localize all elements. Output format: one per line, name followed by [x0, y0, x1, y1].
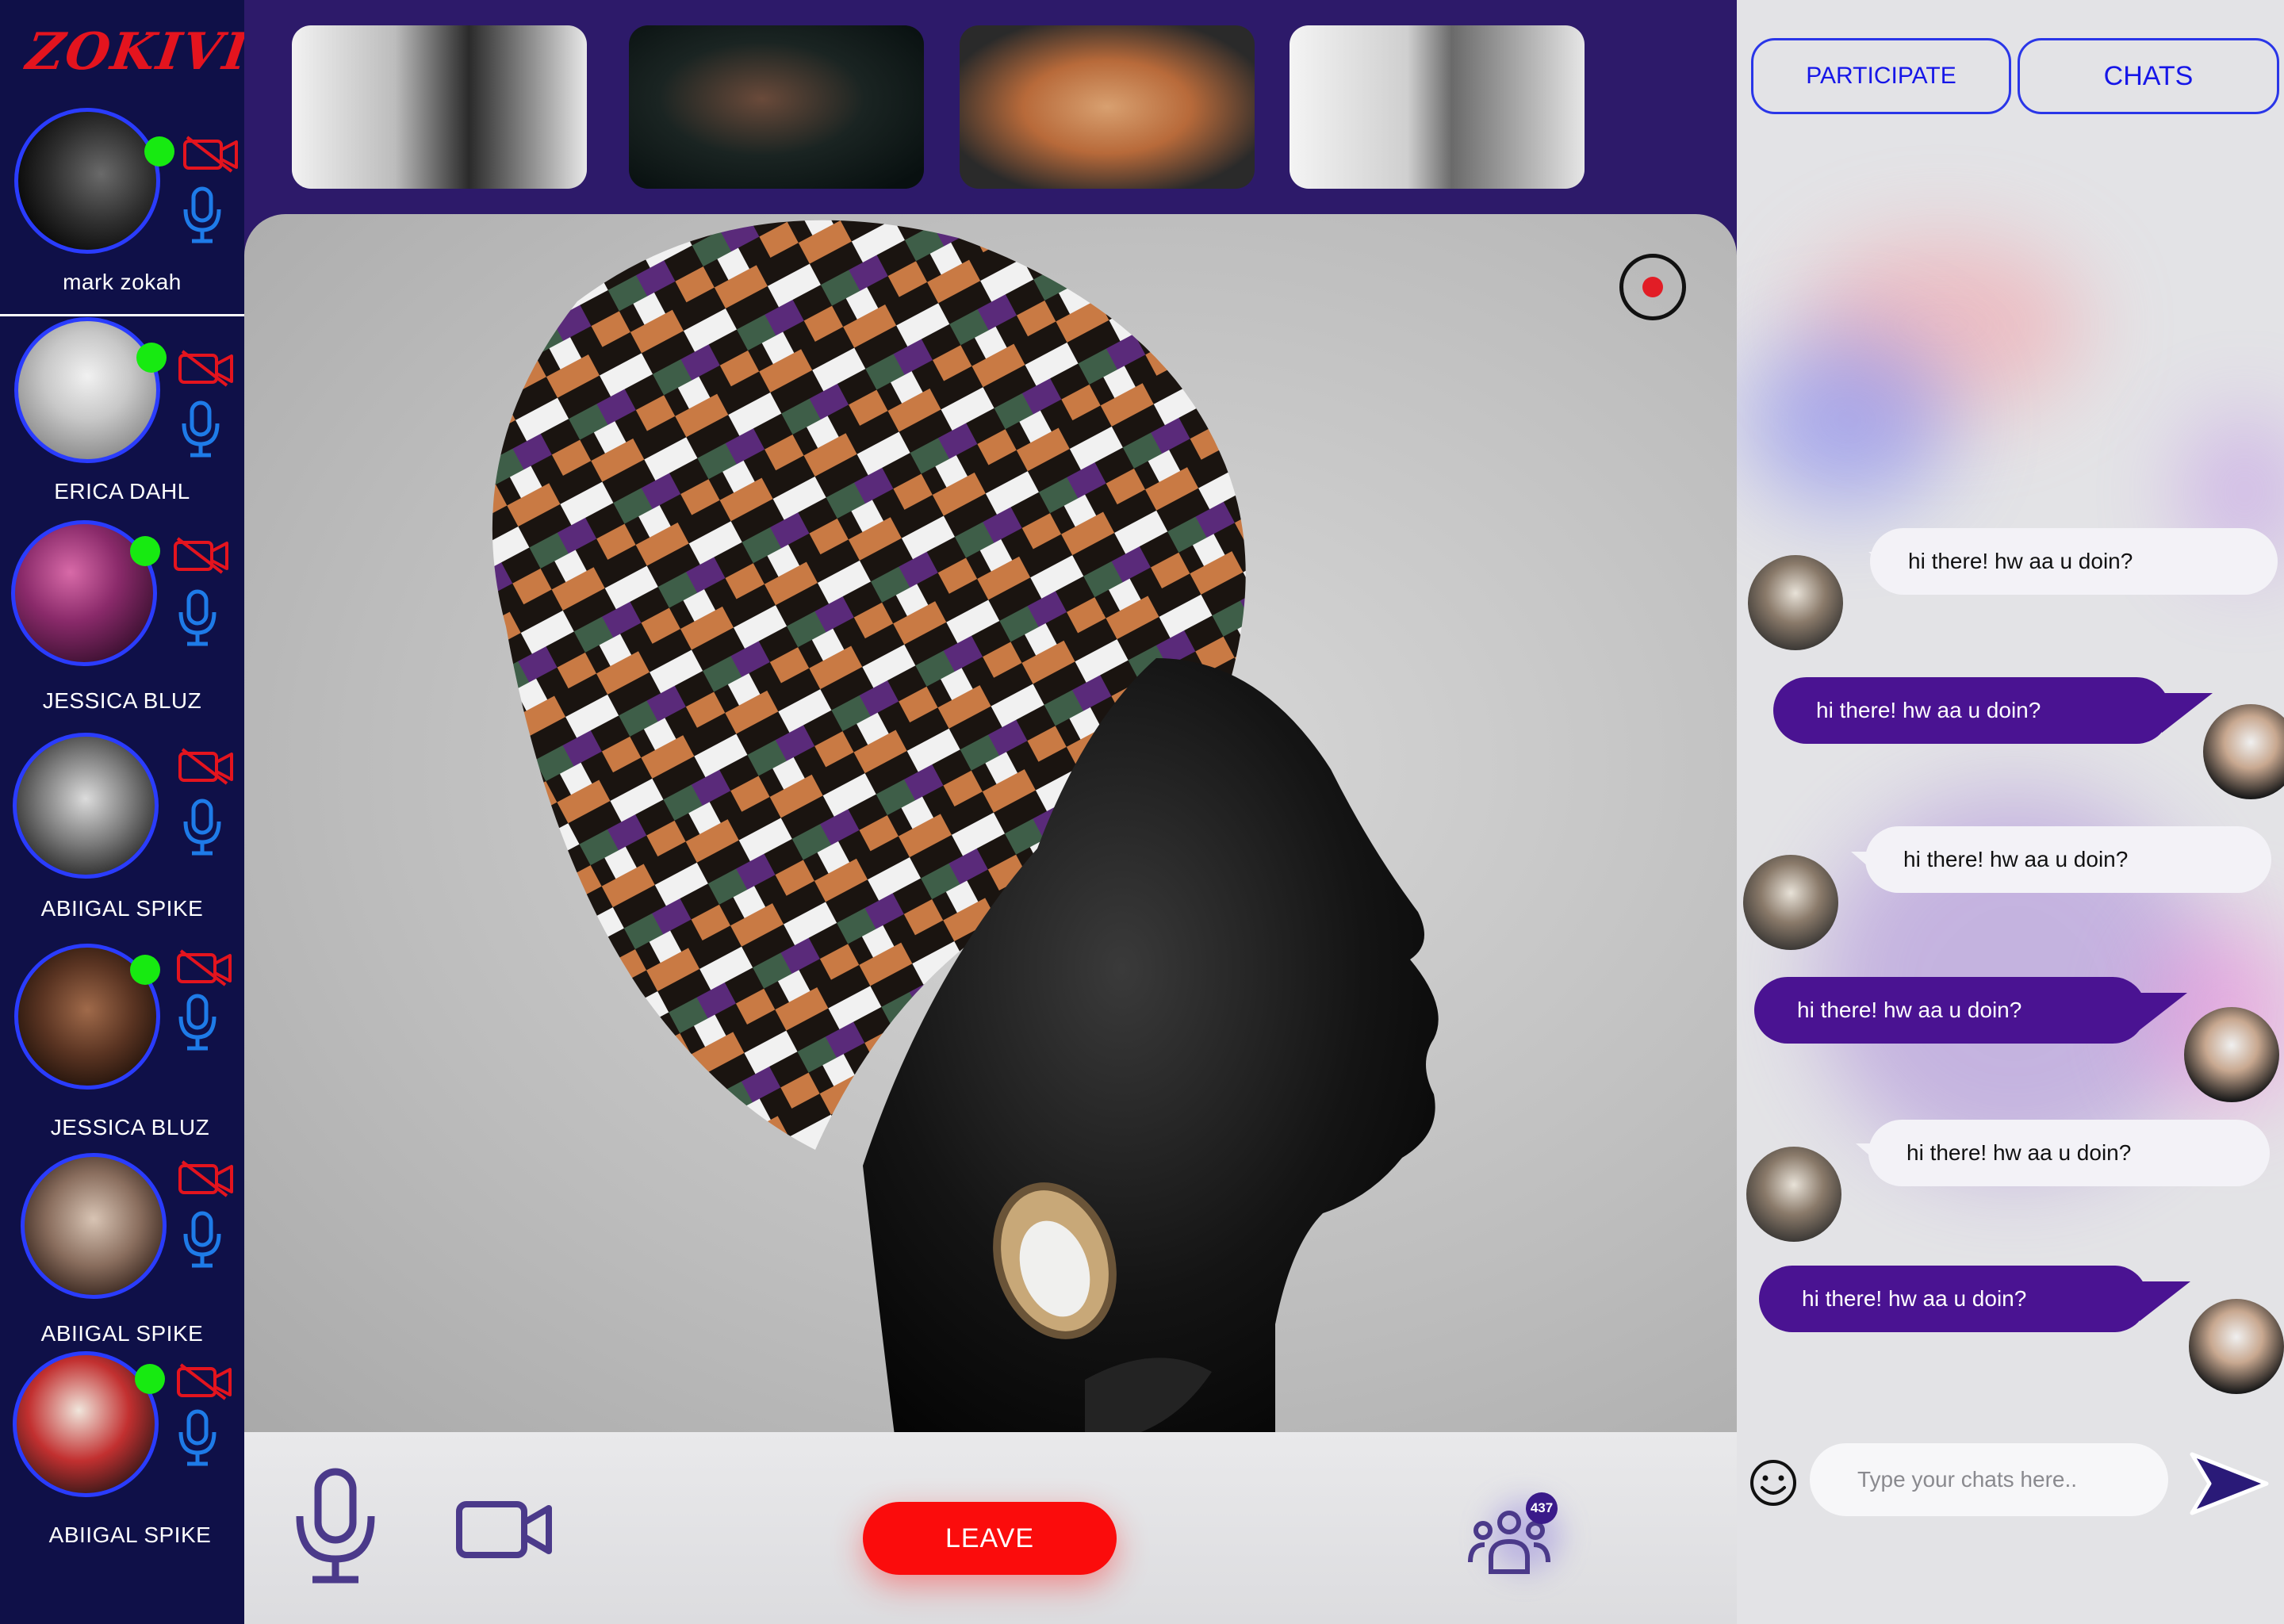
avatar [14, 317, 160, 463]
participant-name: ABIIGAL SPIKE [48, 1522, 212, 1547]
smiley-icon[interactable] [1748, 1457, 1799, 1508]
participant-name: JESSICA BLUZ [42, 688, 202, 713]
online-indicator [144, 136, 174, 167]
participants-button[interactable]: 437 [1466, 1492, 1561, 1580]
chat-message: hi there! hw aa u doin? [1868, 1120, 2270, 1186]
microphone-icon[interactable] [181, 186, 224, 244]
video-off-icon[interactable] [178, 349, 235, 387]
video-off-icon[interactable] [178, 747, 235, 785]
bubble-tail [2136, 993, 2187, 1032]
avatar [1748, 555, 1843, 650]
tab-participate[interactable]: PARTICIPATE [1751, 38, 2011, 114]
background-blur [1745, 333, 1951, 508]
participant-name: JESSICA BLUZ [50, 1115, 210, 1139]
participants-sidebar: ZOKIVID mark zokah ERICA DAHL JESSICA BL… [0, 0, 298, 1624]
microphone-icon[interactable] [176, 1408, 219, 1467]
microphone-icon[interactable] [176, 993, 219, 1051]
participants-count-badge: 437 [1526, 1492, 1558, 1524]
video-thumbnail[interactable] [1290, 25, 1585, 189]
microphone-icon[interactable] [179, 400, 222, 458]
chat-input[interactable] [1810, 1443, 2168, 1516]
record-button[interactable] [1619, 254, 1686, 320]
video-camera-icon[interactable] [455, 1499, 554, 1561]
tab-chats[interactable]: CHATS [2018, 38, 2279, 114]
chat-message: hi there! hw aa u doin? [1773, 677, 2170, 744]
participant-name: ERICA DAHL [54, 479, 190, 504]
call-controls: LEAVE 437 [244, 1432, 1737, 1624]
avatar [14, 108, 160, 254]
video-thumbnail[interactable] [629, 25, 924, 189]
chat-message: hi there! hw aa u doin? [1759, 1266, 2148, 1332]
online-indicator [130, 955, 160, 985]
participant-name: ABIIGAL SPIKE [40, 896, 204, 921]
leave-button[interactable]: LEAVE [863, 1502, 1117, 1575]
speaker-portrait [492, 220, 1439, 1435]
avatar [21, 1153, 167, 1299]
sidebar-divider [0, 314, 244, 316]
chat-message: hi there! hw aa u doin? [1865, 826, 2271, 893]
video-off-icon[interactable] [176, 1362, 233, 1400]
video-thumbnail[interactable] [292, 25, 587, 189]
video-call-app: ZOKIVID mark zokah ERICA DAHL JESSICA BL… [0, 0, 2284, 1624]
main-video-feed[interactable] [244, 214, 1737, 1435]
online-indicator [135, 1364, 165, 1394]
avatar [2189, 1299, 2284, 1394]
microphone-icon[interactable] [181, 798, 224, 856]
chat-message: hi there! hw aa u doin? [1870, 528, 2278, 595]
online-indicator [136, 343, 167, 373]
avatar [13, 733, 159, 879]
participant-name: mark zokah [63, 270, 182, 294]
avatar [1743, 855, 1838, 950]
video-off-icon[interactable] [173, 536, 230, 574]
online-indicator [130, 536, 160, 566]
participant-name: ABIIGAL SPIKE [40, 1321, 204, 1346]
video-off-icon[interactable] [178, 1159, 235, 1197]
video-stage: LEAVE 437 [244, 0, 1737, 1624]
chat-panel: PARTICIPATE CHATS hi there! hw aa u doin… [1737, 0, 2284, 1624]
chat-message: hi there! hw aa u doin? [1754, 977, 2146, 1044]
bubble-tail [2162, 693, 2213, 733]
avatar [2203, 704, 2284, 799]
microphone-icon[interactable] [292, 1467, 379, 1586]
video-off-icon[interactable] [176, 948, 233, 986]
avatar [2184, 1007, 2279, 1102]
avatar [1746, 1147, 1841, 1242]
microphone-icon[interactable] [176, 588, 219, 647]
send-arrow-icon[interactable] [2186, 1448, 2273, 1519]
microphone-icon[interactable] [181, 1210, 224, 1269]
video-thumbnail[interactable] [960, 25, 1255, 189]
video-off-icon[interactable] [182, 135, 240, 173]
bubble-tail [2140, 1281, 2190, 1321]
